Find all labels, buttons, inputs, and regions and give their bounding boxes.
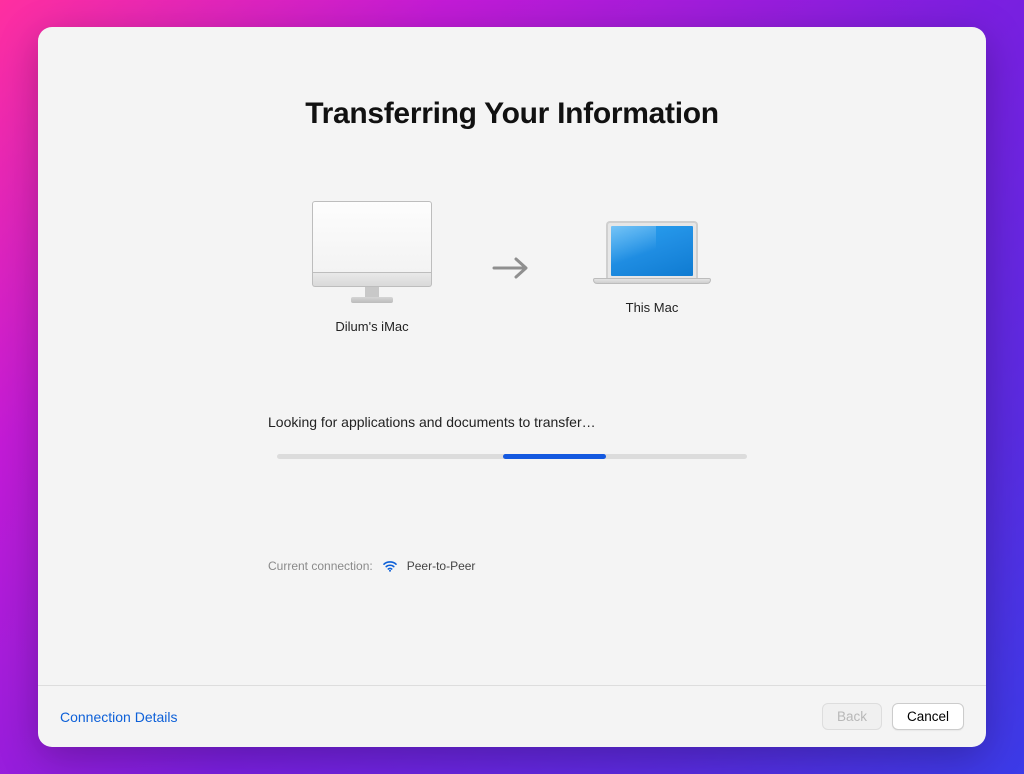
progress-bar-segment (503, 454, 606, 459)
connection-type: Peer-to-Peer (407, 559, 476, 573)
back-button: Back (822, 703, 882, 730)
page-title: Transferring Your Information (305, 97, 719, 131)
target-device-label: This Mac (626, 300, 679, 315)
footer-bar: Connection Details Back Cancel (38, 685, 986, 747)
connection-row: Current connection: Peer-to-Peer (268, 559, 475, 573)
cancel-button[interactable]: Cancel (892, 703, 964, 730)
target-device: This Mac (582, 221, 722, 315)
macbook-icon (592, 221, 712, 284)
source-device-label: Dilum's iMac (335, 319, 408, 334)
arrow-right-icon (492, 256, 532, 280)
wifi-icon (383, 561, 397, 572)
migration-assistant-window: Transferring Your Information Dilum's iM… (38, 27, 986, 747)
source-device: Dilum's iMac (302, 201, 442, 334)
main-content: Transferring Your Information Dilum's iM… (38, 27, 986, 685)
connection-details-link[interactable]: Connection Details (60, 709, 178, 725)
progress-bar (277, 454, 747, 459)
device-transfer-row: Dilum's iMac This Mac (302, 201, 722, 334)
connection-label: Current connection: (268, 559, 373, 573)
imac-icon (312, 201, 432, 303)
status-text: Looking for applications and documents t… (268, 414, 596, 430)
